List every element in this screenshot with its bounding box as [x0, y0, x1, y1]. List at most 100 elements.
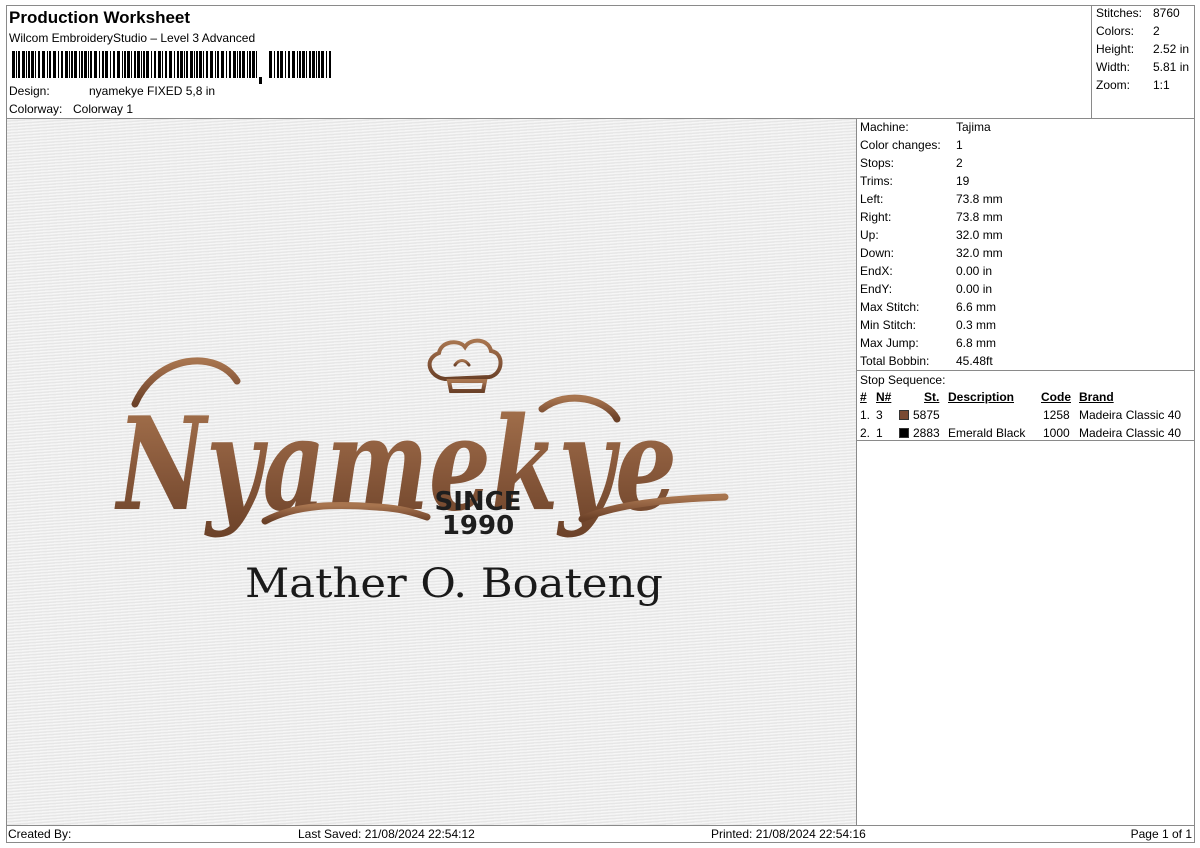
colorway-label: Colorway:: [9, 102, 63, 116]
summary-label: Colors:: [1096, 24, 1135, 38]
owner-name-text: Mather O. Boateng: [245, 561, 663, 607]
col-header-brand: Brand: [1079, 390, 1114, 404]
summary-label: Stitches:: [1096, 6, 1143, 20]
worksheet-title: Production Worksheet: [9, 8, 191, 27]
summary-value: 2.52 in: [1153, 42, 1190, 56]
param-label: Down:: [860, 246, 895, 260]
param-value: 73.8 mm: [956, 210, 1003, 224]
param-row: Up: 32.0 mm: [860, 228, 1003, 242]
summary-value: 5.81 in: [1153, 60, 1190, 74]
param-row: Machine: Tajima: [860, 120, 991, 134]
table-row-num: 1.: [860, 408, 871, 422]
table-row-num: 2.: [860, 426, 871, 440]
worksheet-footer: Created By: Last Saved: 21/08/2024 22:54…: [6, 825, 1195, 843]
col-header-num: #: [860, 390, 867, 404]
table-row-brand: Madeira Classic 40: [1079, 408, 1182, 422]
colorway-value: Colorway 1: [73, 102, 134, 116]
summary-panel: Stitches: 8760 Colors: 2 Height: 2.52 in Wi…: [1091, 5, 1195, 119]
year-text: 1990: [442, 511, 514, 541]
stop-sequence-title: Stop Sequence:: [860, 373, 946, 387]
summary-value: 2: [1153, 24, 1160, 38]
param-label: Machine:: [860, 120, 909, 134]
embroidery-design: Nyamekye SINCE 1990 Mather O. Boateng: [114, 338, 729, 607]
param-label: EndY:: [860, 282, 893, 296]
table-row-code: 1258: [1043, 408, 1070, 422]
param-label: Color changes:: [860, 138, 941, 152]
param-value: 19: [956, 174, 970, 188]
param-label: Max Stitch:: [860, 300, 920, 314]
table-row-st: 2883: [913, 426, 940, 440]
param-label: Max Jump:: [860, 336, 919, 350]
table-row-code: 1000: [1043, 426, 1070, 440]
barcode: [12, 51, 331, 84]
height-row: Height: 2.52 in: [1096, 42, 1196, 56]
width-row: Width: 5.81 in: [1096, 60, 1196, 74]
param-value: 6.8 mm: [956, 336, 997, 350]
color-swatch: [899, 428, 909, 438]
stop-sequence-table: Stop Sequence: # N# St. Description Code…: [857, 370, 1195, 441]
design-row: Design: nyamekye FIXED 5,8 in: [9, 84, 215, 98]
param-value: 1: [956, 138, 963, 152]
param-value: 45.48ft: [956, 354, 993, 368]
param-label: Total Bobbin:: [860, 354, 930, 368]
stitches-row: Stitches: 8760: [1096, 6, 1196, 20]
param-row: EndY: 0.00 in: [860, 282, 992, 296]
summary-label: Zoom:: [1096, 78, 1131, 92]
param-label: Trims:: [860, 174, 893, 188]
created-by: Created By:: [8, 827, 72, 841]
page-number: Page 1 of 1: [1130, 827, 1192, 841]
param-value: 0.00 in: [956, 282, 993, 296]
param-row: EndX: 0.00 in: [860, 264, 992, 278]
param-row: Down: 32.0 mm: [860, 246, 1003, 260]
param-label: Right:: [860, 210, 892, 224]
colorway-row: Colorway: Colorway 1: [9, 102, 133, 116]
param-value: 32.0 mm: [956, 246, 1003, 260]
color-swatch: [899, 410, 909, 420]
param-row: Left: 73.8 mm: [860, 192, 1003, 206]
table-row-brand: Madeira Classic 40: [1079, 426, 1182, 440]
param-label: Left:: [860, 192, 884, 206]
param-value: 0.00 in: [956, 264, 993, 278]
table-row-description: Emerald Black: [948, 426, 1026, 440]
param-value: 6.6 mm: [956, 300, 997, 314]
printed-date: Printed: 21/08/2024 22:54:16: [711, 827, 866, 841]
worksheet-header: Production Worksheet Wilcom EmbroiderySt…: [6, 5, 1092, 119]
summary-label: Width:: [1096, 60, 1131, 74]
param-row: Min Stitch: 0.3 mm: [860, 318, 996, 332]
table-row-st: 5875: [913, 408, 940, 422]
param-row: Color changes: 1: [860, 138, 963, 152]
design-value: nyamekye FIXED 5,8 in: [89, 84, 216, 98]
design-preview: Nyamekye SINCE 1990 Mather O. Boateng: [7, 119, 856, 825]
chef-hat-icon: [427, 338, 503, 393]
summary-value: 1:1: [1153, 78, 1170, 92]
param-value: 2: [956, 156, 963, 170]
param-value: 0.3 mm: [956, 318, 997, 332]
col-header-description: Description: [948, 390, 1015, 404]
table-row-n: 3: [876, 408, 883, 422]
zoom-row: Zoom: 1:1: [1096, 78, 1196, 92]
last-saved: Last Saved: 21/08/2024 22:54:12: [298, 827, 475, 841]
param-value: 32.0 mm: [956, 228, 1003, 242]
col-header-n: N#: [876, 390, 892, 404]
param-row: Right: 73.8 mm: [860, 210, 1003, 224]
param-label: Up:: [860, 228, 879, 242]
param-row: Trims: 19: [860, 174, 969, 188]
col-header-code: Code: [1041, 390, 1071, 404]
param-label: Stops:: [860, 156, 895, 170]
table-row-n: 1: [876, 426, 883, 440]
param-row: Max Stitch: 6.6 mm: [860, 300, 996, 314]
summary-value: 8760: [1153, 6, 1180, 20]
param-row: Stops: 2: [860, 156, 963, 170]
colors-row: Colors: 2: [1096, 24, 1196, 38]
col-header-st: St.: [924, 390, 940, 404]
param-label: Min Stitch:: [860, 318, 917, 332]
design-label: Design:: [9, 84, 50, 98]
param-row: Max Jump: 6.8 mm: [860, 336, 996, 350]
param-label: EndX:: [860, 264, 893, 278]
software-name: Wilcom EmbroideryStudio – Level 3 Advanc…: [9, 31, 256, 45]
details-panel: Machine: Tajima Color changes: 1 Stops: 2 T…: [856, 119, 1195, 825]
param-value: Tajima: [956, 120, 991, 134]
param-row: Total Bobbin: 45.48ft: [860, 354, 993, 368]
param-value: 73.8 mm: [956, 192, 1003, 206]
summary-label: Height:: [1096, 42, 1135, 56]
